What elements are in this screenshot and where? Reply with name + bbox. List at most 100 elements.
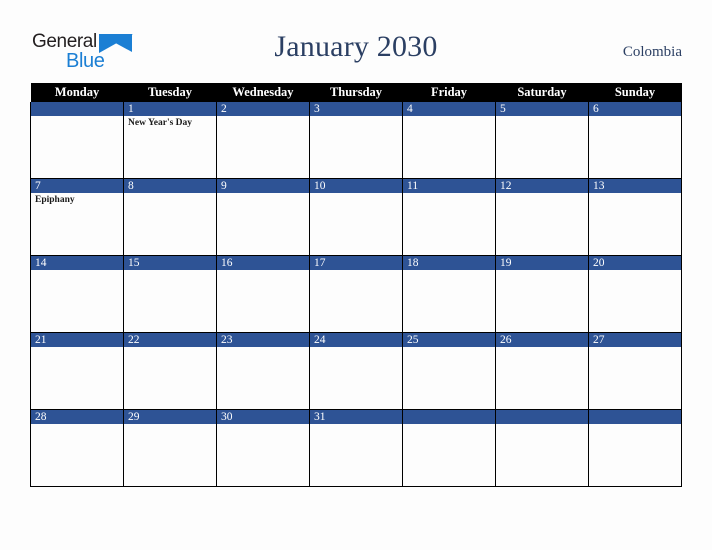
calendar-day-cell[interactable]: [402, 409, 496, 487]
calendar-day-cell[interactable]: 12: [495, 178, 589, 256]
calendar-day-cell[interactable]: 1 New Year's Day: [123, 102, 217, 179]
day-cell-inner: 26: [496, 333, 588, 409]
day-number: 4: [403, 102, 495, 116]
calendar-day-cell[interactable]: 22: [123, 332, 217, 410]
calendar-day-cell[interactable]: 6: [588, 102, 682, 179]
calendar-day-cell[interactable]: 17: [309, 255, 403, 333]
weekday-header-wednesday: Wednesday: [216, 83, 310, 102]
weekday-header-sunday: Sunday: [588, 83, 682, 102]
day-number: 12: [496, 179, 588, 193]
calendar-week-row: 7 Epiphany 8 9 10 11 12 13: [30, 178, 682, 256]
day-number: 8: [124, 179, 216, 193]
day-number: 27: [589, 333, 681, 347]
day-cell-inner: 27: [589, 333, 681, 409]
day-cell-inner: 16: [217, 256, 309, 332]
day-number: 7: [31, 179, 123, 193]
weekday-header-friday: Friday: [402, 83, 496, 102]
calendar-day-cell[interactable]: 20: [588, 255, 682, 333]
day-cell-inner: 22: [124, 333, 216, 409]
day-cell-inner: 24: [310, 333, 402, 409]
calendar-day-cell[interactable]: 9: [216, 178, 310, 256]
day-number: 31: [310, 410, 402, 424]
day-cell-inner: 19: [496, 256, 588, 332]
calendar-week-row: 14 15 16 17 18 19 20: [30, 255, 682, 333]
weekday-header-thursday: Thursday: [309, 83, 403, 102]
calendar-day-cell[interactable]: 21: [30, 332, 124, 410]
day-cell-inner: 5: [496, 102, 588, 178]
calendar-day-cell[interactable]: 4: [402, 102, 496, 179]
day-number: 16: [217, 256, 309, 270]
calendar-day-cell[interactable]: 28: [30, 409, 124, 487]
day-cell-inner: 23: [217, 333, 309, 409]
day-number: 18: [403, 256, 495, 270]
calendar-day-cell[interactable]: 26: [495, 332, 589, 410]
day-number: 19: [496, 256, 588, 270]
calendar-week-row: 1 New Year's Day 2 3 4 5 6: [30, 102, 682, 179]
day-cell-inner: 21: [31, 333, 123, 409]
calendar-day-cell[interactable]: 31: [309, 409, 403, 487]
calendar-day-cell[interactable]: 25: [402, 332, 496, 410]
day-number: 11: [403, 179, 495, 193]
day-number: 22: [124, 333, 216, 347]
day-number: 21: [31, 333, 123, 347]
calendar-day-cell[interactable]: [588, 409, 682, 487]
calendar-day-cell[interactable]: 14: [30, 255, 124, 333]
page-header: General Blue January 2030 Colombia: [0, 0, 712, 80]
day-number: 6: [589, 102, 681, 116]
day-events: New Year's Day: [124, 116, 216, 129]
day-cell-inner: 30: [217, 410, 309, 486]
calendar-day-cell[interactable]: 13: [588, 178, 682, 256]
calendar-day-cell[interactable]: 7 Epiphany: [30, 178, 124, 256]
calendar-day-cell[interactable]: 29: [123, 409, 217, 487]
page-title: January 2030: [274, 30, 438, 63]
day-number: 30: [217, 410, 309, 424]
calendar-day-cell[interactable]: 27: [588, 332, 682, 410]
day-cell-inner: [403, 410, 495, 486]
day-events: Epiphany: [31, 193, 123, 206]
calendar-day-cell[interactable]: 19: [495, 255, 589, 333]
weekday-header-saturday: Saturday: [495, 83, 589, 102]
holiday-label: New Year's Day: [128, 118, 193, 128]
calendar-week-row: 21 22 23 24 25 26 27: [30, 332, 682, 410]
calendar-header-row: Monday Tuesday Wednesday Thursday Friday…: [30, 83, 682, 102]
day-cell-inner: 25: [403, 333, 495, 409]
calendar-day-cell[interactable]: 23: [216, 332, 310, 410]
calendar-day-cell[interactable]: 10: [309, 178, 403, 256]
day-cell-inner: 3: [310, 102, 402, 178]
calendar-day-cell[interactable]: [30, 102, 124, 179]
day-cell-inner: [589, 410, 681, 486]
calendar-day-cell[interactable]: 3: [309, 102, 403, 179]
day-number: 17: [310, 256, 402, 270]
weekday-header-tuesday: Tuesday: [123, 83, 217, 102]
day-number: 24: [310, 333, 402, 347]
day-number: 10: [310, 179, 402, 193]
day-cell-inner: 2: [217, 102, 309, 178]
calendar-page: General Blue January 2030 Colombia Monda…: [0, 0, 712, 550]
calendar-day-cell[interactable]: 18: [402, 255, 496, 333]
day-number: [31, 102, 123, 116]
day-number: [403, 410, 495, 424]
day-cell-inner: 18: [403, 256, 495, 332]
calendar-day-cell[interactable]: 30: [216, 409, 310, 487]
calendar-day-cell[interactable]: [495, 409, 589, 487]
day-cell-inner: 31: [310, 410, 402, 486]
day-cell-inner: 15: [124, 256, 216, 332]
day-number: 28: [31, 410, 123, 424]
day-number: [589, 410, 681, 424]
day-number: 14: [31, 256, 123, 270]
calendar-day-cell[interactable]: 5: [495, 102, 589, 179]
day-cell-inner: 6: [589, 102, 681, 178]
calendar-week-row: 28 29 30 31: [30, 409, 682, 487]
calendar-day-cell[interactable]: 2: [216, 102, 310, 179]
calendar-day-cell[interactable]: 11: [402, 178, 496, 256]
day-cell-inner: 1 New Year's Day: [124, 102, 216, 178]
calendar-day-cell[interactable]: 15: [123, 255, 217, 333]
day-number: 3: [310, 102, 402, 116]
calendar-day-cell[interactable]: 24: [309, 332, 403, 410]
day-cell-inner: 13: [589, 179, 681, 255]
calendar-day-cell[interactable]: 8: [123, 178, 217, 256]
day-cell-inner: 11: [403, 179, 495, 255]
holiday-label: Epiphany: [35, 195, 75, 205]
day-number: 15: [124, 256, 216, 270]
calendar-day-cell[interactable]: 16: [216, 255, 310, 333]
